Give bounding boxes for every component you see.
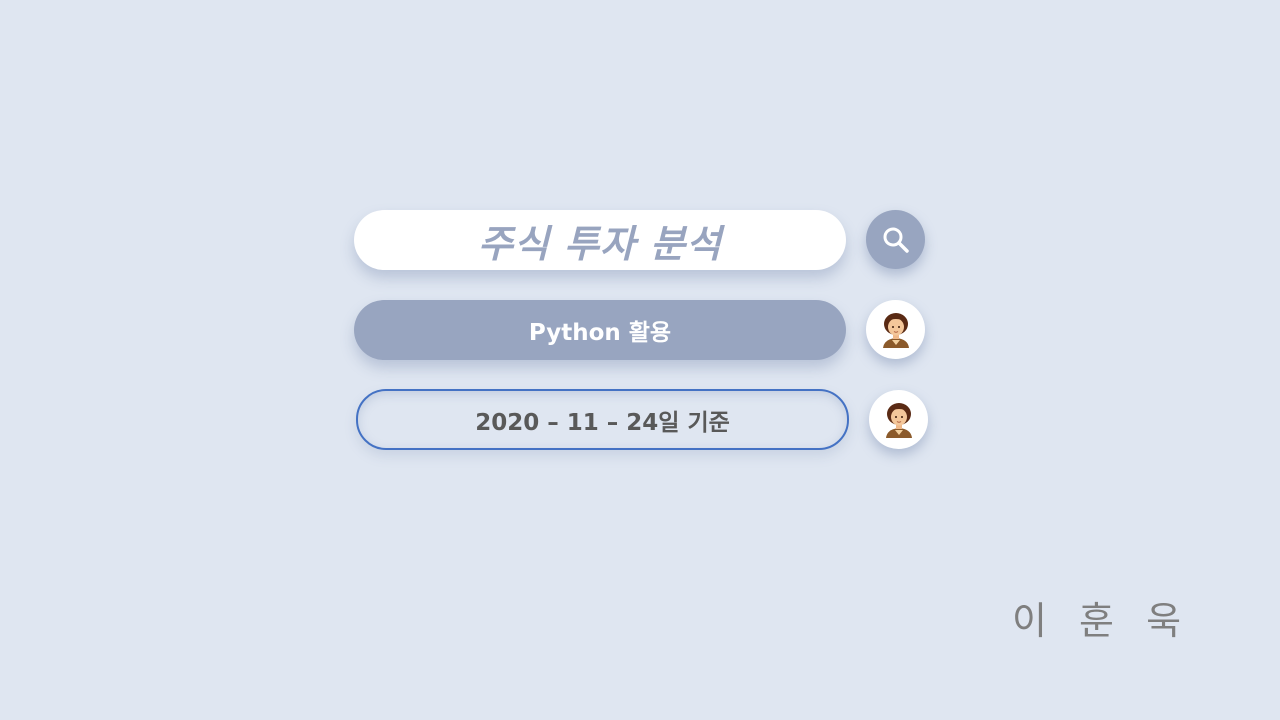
python-label: Python 활용 (528, 320, 672, 346)
search-bar[interactable]: 주식 투자 분석 (354, 210, 846, 270)
search-button[interactable] (866, 210, 925, 269)
avatar[interactable] (866, 300, 925, 359)
person-avatar-icon (882, 402, 916, 438)
date-pill[interactable]: 2020 – 11 – 24일 기준 (356, 389, 849, 450)
search-title: 주식 투자 분석 (477, 221, 723, 266)
search-icon (881, 225, 911, 255)
python-label-pill[interactable]: Python 활용 (354, 300, 846, 360)
date-label: 2020 – 11 – 24일 기준 (475, 409, 730, 436)
author-name: 이 훈 욱 (1012, 599, 1192, 643)
avatar[interactable] (869, 390, 928, 449)
person-avatar-icon (879, 312, 913, 348)
